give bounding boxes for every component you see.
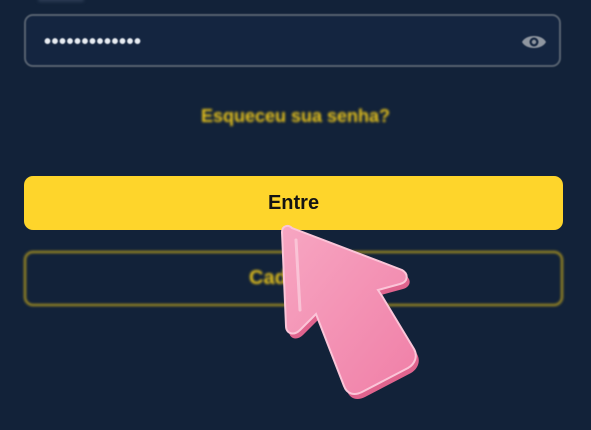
forgot-password-link[interactable]: Esqueceu sua senha?: [0, 106, 591, 127]
password-input[interactable]: •••••••••••••: [24, 14, 561, 67]
field-label: [38, 0, 84, 2]
password-value: •••••••••••••: [44, 31, 142, 53]
pointer-arrow-icon: [280, 224, 419, 399]
login-button-label: Entre: [267, 191, 320, 214]
eye-icon[interactable]: [521, 32, 547, 52]
